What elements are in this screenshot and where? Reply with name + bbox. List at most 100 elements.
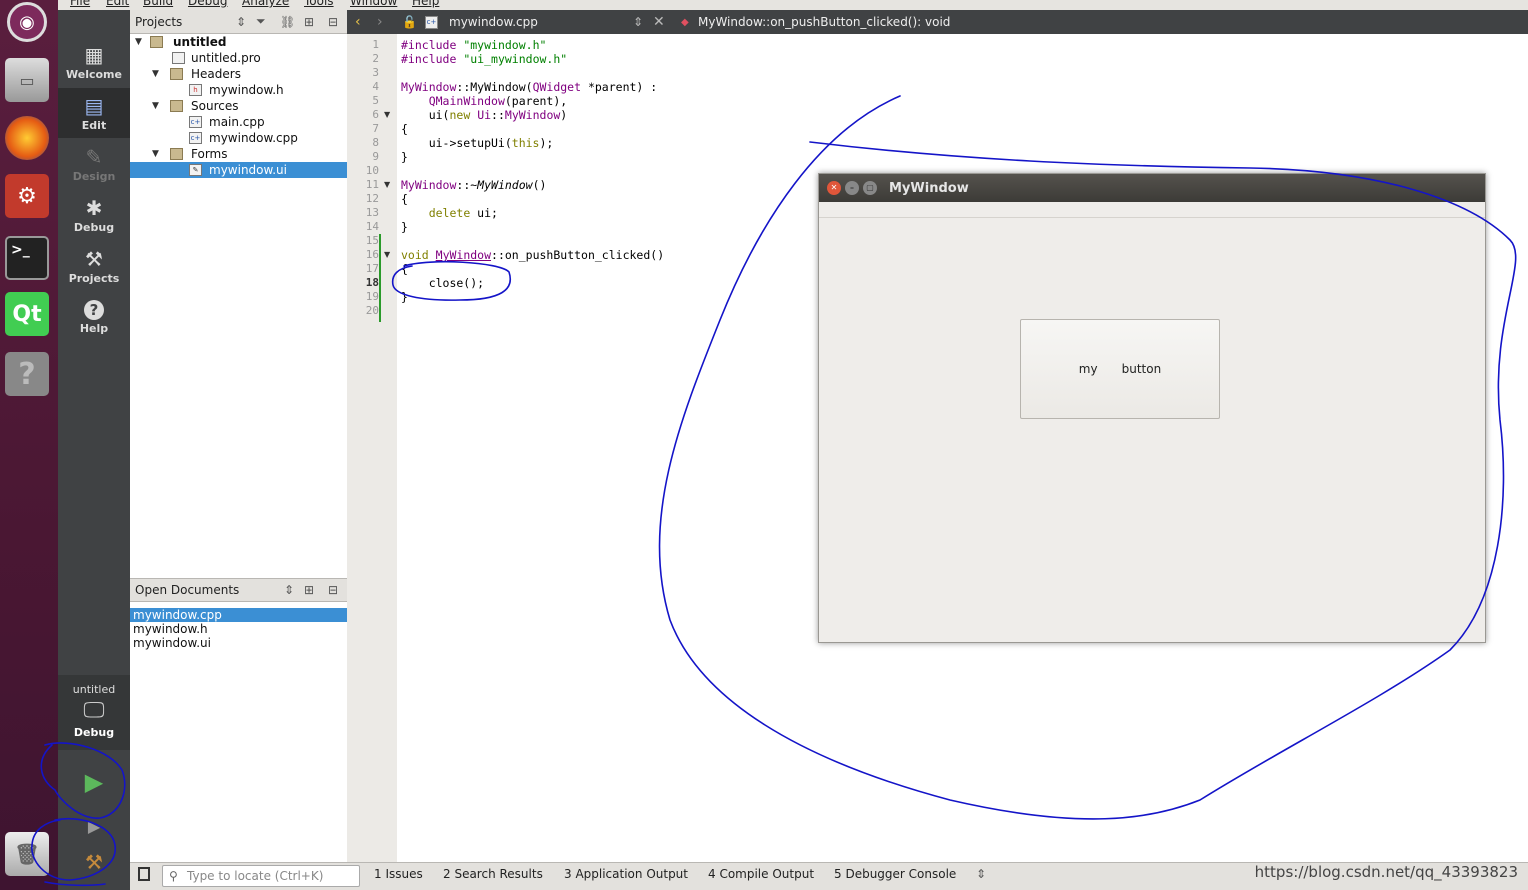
current-function[interactable]: MyWindow::on_pushButton_clicked(): void <box>698 15 950 29</box>
link-icon[interactable]: ⛓ <box>280 15 295 29</box>
files-launcher-button[interactable]: ▭ <box>1 54 53 106</box>
window-menu-bar <box>819 202 1485 218</box>
current-file-name[interactable]: mywindow.cpp <box>449 15 538 29</box>
sidebar-toggle-icon[interactable] <box>138 867 150 881</box>
window-close-icon[interactable]: ✕ <box>827 181 841 195</box>
qt-logo-icon: Qt <box>5 292 49 336</box>
tree-item-mywindow-cpp[interactable]: c+ mywindow.cpp <box>130 130 347 146</box>
mode-design-label: Design <box>72 169 116 183</box>
unknown-app-launcher-button[interactable]: ? <box>1 348 53 400</box>
menu-bar: File Edit Build Debug Analyze Tools Wind… <box>58 0 1528 10</box>
close-pane-icon[interactable]: ⊟ <box>328 15 338 29</box>
terminal-launcher-button[interactable]: >_ <box>1 232 53 284</box>
cpp-file-icon: c+ <box>189 132 202 144</box>
tree-item-main-cpp[interactable]: c+ main.cpp <box>130 114 347 130</box>
line-number: 16 <box>365 248 379 261</box>
menu-analyze[interactable]: Analyze <box>242 0 289 8</box>
mode-debug[interactable]: ✱ Debug <box>58 190 130 240</box>
tree-item-untitled[interactable]: ▼ untitled <box>130 34 347 50</box>
ubuntu-logo-icon: ◉ <box>7 2 47 42</box>
tree-item-mywindow-ui[interactable]: ✎ mywindow.ui <box>130 162 347 178</box>
run-button[interactable]: ▶ <box>80 768 108 796</box>
back-arrow-icon[interactable]: ‹ <box>355 14 361 30</box>
mode-design[interactable]: ✎ Design <box>58 139 130 189</box>
mode-bar: ▦ Welcome ▤ Edit ✎ Design ✱ Debug ⚒ Proj… <box>58 10 130 890</box>
projects-pane-title[interactable]: Projects <box>135 15 182 29</box>
tree-item-forms[interactable]: ▼ Forms <box>130 146 347 162</box>
trash-launcher-button[interactable]: 🗑 <box>1 828 53 880</box>
tab-issues[interactable]: 1 Issues <box>374 867 423 881</box>
expanded-arrow-icon[interactable]: ▼ <box>152 146 159 162</box>
settings-launcher-button[interactable]: ⚙ <box>1 170 53 222</box>
tab-application-output[interactable]: 3 Application Output <box>564 867 688 881</box>
fold-arrow-icon[interactable]: ▼ <box>384 108 390 122</box>
ubuntu-dash-button[interactable]: ◉ <box>1 0 53 48</box>
split-icon[interactable]: ⊞ <box>304 583 314 597</box>
updown-icon[interactable]: ⇕ <box>633 15 643 29</box>
filter-icon[interactable]: ⏷ <box>256 14 266 29</box>
line-number: 11 <box>365 178 379 191</box>
menu-file[interactable]: File <box>70 0 90 8</box>
open-document-item[interactable]: mywindow.h <box>130 622 347 636</box>
window-titlebar[interactable]: ✕ – ▢ MyWindow <box>819 174 1485 202</box>
open-document-item[interactable]: mywindow.ui <box>130 636 347 650</box>
code-line: ui->setupUi(this); <box>401 136 554 150</box>
code-line: delete ui; <box>428 206 498 220</box>
tab-compile-output[interactable]: 4 Compile Output <box>708 867 814 881</box>
tree-item-mywindow-h[interactable]: h mywindow.h <box>130 82 347 98</box>
expanded-arrow-icon[interactable]: ▼ <box>135 34 142 50</box>
line-number: 5 <box>372 94 379 107</box>
mode-help[interactable]: ? Help <box>58 292 130 342</box>
tab-search-results[interactable]: 2 Search Results <box>443 867 543 881</box>
debug-run-button[interactable]: ▶ <box>80 812 108 840</box>
tree-item-headers[interactable]: ▼ Headers <box>130 66 347 82</box>
tree-item-sources[interactable]: ▼ Sources <box>130 98 347 114</box>
locator-placeholder: Type to locate (Ctrl+K) <box>187 869 324 883</box>
window-maximize-icon[interactable]: ▢ <box>863 181 877 195</box>
wrench-icon: ⚒ <box>85 246 103 271</box>
fold-arrow-icon[interactable]: ▼ <box>384 178 390 192</box>
menu-tools[interactable]: Tools <box>304 0 334 8</box>
code-line: QMainWindow(parent), <box>428 94 568 108</box>
updown-icon[interactable]: ⇕ <box>236 15 246 29</box>
line-number: 3 <box>372 66 379 79</box>
header-file-icon: h <box>189 84 202 96</box>
tree-item-pro[interactable]: untitled.pro <box>130 50 347 66</box>
open-document-item[interactable]: mywindow.cpp <box>130 608 347 622</box>
code-line: { <box>401 262 408 276</box>
close-pane-icon[interactable]: ⊟ <box>328 583 338 597</box>
firefox-launcher-button[interactable] <box>1 112 53 164</box>
kit-selector[interactable]: untitled 🖵 Debug <box>58 675 130 750</box>
fold-arrow-icon[interactable]: ▼ <box>384 248 390 262</box>
menu-window[interactable]: Window <box>350 0 397 8</box>
my-push-button[interactable]: my button <box>1020 319 1220 419</box>
mode-projects[interactable]: ⚒ Projects <box>58 241 130 291</box>
kit-project-name: untitled <box>72 683 116 696</box>
mode-edit[interactable]: ▤ Edit <box>58 88 130 138</box>
lock-icon: 🔓 <box>402 15 417 29</box>
forward-arrow-icon[interactable]: › <box>377 14 383 30</box>
qt-creator-launcher-button[interactable]: Qt <box>1 288 53 340</box>
line-number: 13 <box>365 206 379 219</box>
tree-label: Forms <box>191 147 228 161</box>
line-number: 19 <box>365 290 379 303</box>
question-mark-icon: ? <box>5 352 49 396</box>
mode-projects-label: Projects <box>68 271 120 285</box>
locator-input[interactable]: ⚲ Type to locate (Ctrl+K) <box>162 865 360 887</box>
expanded-arrow-icon[interactable]: ▼ <box>152 98 159 114</box>
expanded-arrow-icon[interactable]: ▼ <box>152 66 159 82</box>
updown-icon[interactable]: ⇕ <box>284 583 294 597</box>
menu-build[interactable]: Build <box>143 0 173 8</box>
line-number: 10 <box>365 164 379 177</box>
tab-debugger-console[interactable]: 5 Debugger Console <box>834 867 956 881</box>
menu-debug[interactable]: Debug <box>188 0 227 8</box>
menu-edit[interactable]: Edit <box>106 0 129 8</box>
window-minimize-icon[interactable]: – <box>845 181 859 195</box>
split-icon[interactable]: ⊞ <box>304 15 314 29</box>
mode-welcome[interactable]: ▦ Welcome <box>58 37 130 87</box>
menu-help[interactable]: Help <box>412 0 439 8</box>
open-documents-title[interactable]: Open Documents <box>135 583 239 597</box>
more-tabs-icon[interactable]: ⇕ <box>976 867 986 881</box>
build-button[interactable]: ⚒ <box>80 848 108 876</box>
close-icon[interactable]: ✕ <box>653 14 665 30</box>
